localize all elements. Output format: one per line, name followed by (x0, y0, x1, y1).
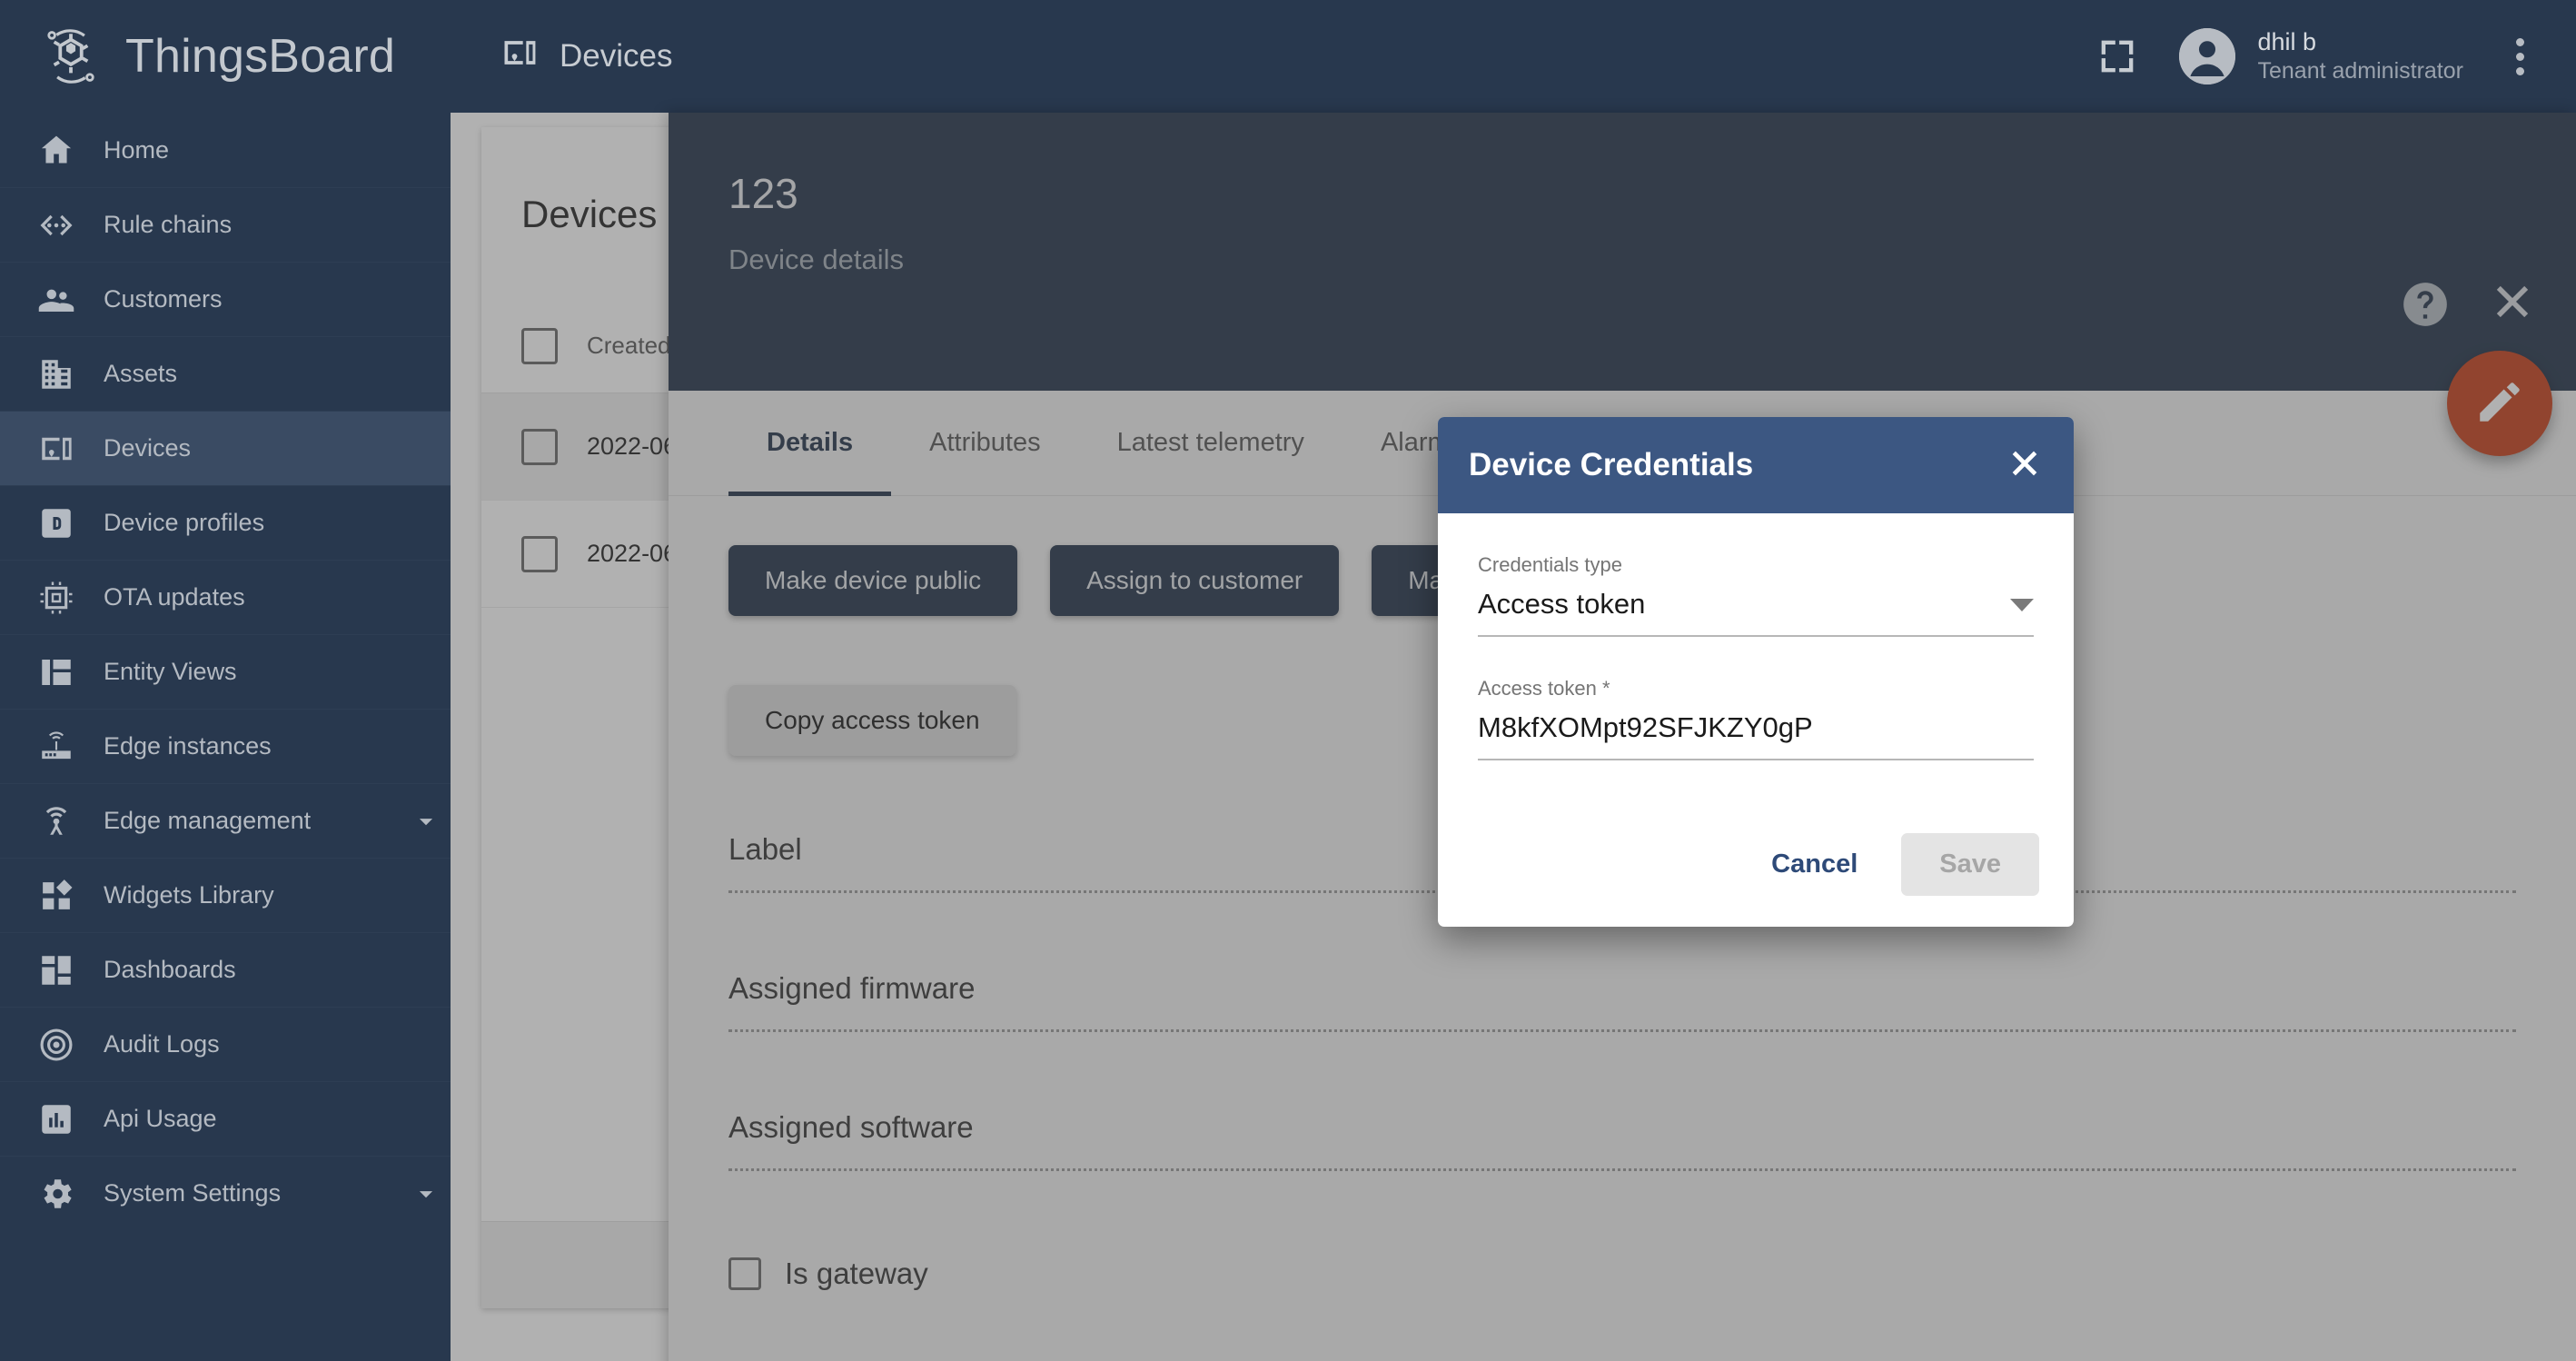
sidebar-item-label: Audit Logs (104, 1030, 220, 1058)
sidebar-item-ota-updates[interactable]: OTA updates (0, 560, 451, 634)
sidebar-item-label: Widgets Library (104, 881, 274, 909)
user-menu[interactable]: dhil b Tenant administrator (2179, 27, 2463, 86)
page-title-label: Devices (560, 38, 673, 74)
system-settings-icon (36, 1174, 76, 1214)
sidebar-item-home[interactable]: Home (0, 113, 451, 187)
chevron-down-icon[interactable] (401, 806, 451, 837)
page-title: Devices (500, 33, 672, 81)
dialog-title: Device Credentials (1469, 447, 1754, 482)
more-vert-icon[interactable] (2494, 37, 2545, 75)
home-icon (36, 130, 76, 170)
sidebar-item-label: Home (104, 135, 170, 164)
sidebar-item-label: System Settings (104, 1179, 282, 1207)
brand[interactable]: ThingsBoard (0, 0, 451, 113)
dialog-header: Device Credentials (1438, 417, 2074, 513)
sidebar-item-device-profiles[interactable]: Device profiles (0, 485, 451, 560)
thingsboard-logo-icon (36, 22, 105, 91)
brand-name: ThingsBoard (125, 30, 396, 83)
rule-chains-icon (36, 205, 76, 245)
sidebar-item-customers[interactable]: Customers (0, 262, 451, 336)
user-role: Tenant administrator (2257, 58, 2463, 84)
user-name: dhil b (2257, 27, 2317, 55)
assets-icon (36, 354, 76, 394)
customers-icon (36, 280, 76, 320)
sidebar-item-api-usage[interactable]: Api Usage (0, 1081, 451, 1156)
sidebar-item-widgets-library[interactable]: Widgets Library (0, 858, 451, 932)
thingsboard-app: ThingsBoard Home Rule chains Customers A… (0, 0, 2576, 1361)
close-icon[interactable] (2006, 445, 2043, 486)
widgets-library-icon (36, 876, 76, 916)
sidebar-item-devices[interactable]: Devices (0, 411, 451, 485)
sidebar-item-label: Customers (104, 285, 223, 313)
sidebar-item-label: Devices (104, 434, 192, 462)
sidebar-item-assets[interactable]: Assets (0, 336, 451, 411)
sidebar-nav: Home Rule chains Customers Assets Device… (0, 113, 451, 1361)
entity-views-icon (36, 652, 76, 692)
sidebar-item-label: Api Usage (104, 1105, 217, 1132)
audit-logs-icon (36, 1025, 76, 1065)
sidebar: ThingsBoard Home Rule chains Customers A… (0, 0, 451, 1361)
api-usage-icon (36, 1099, 76, 1139)
sidebar-item-label: Assets (104, 360, 178, 387)
chevron-down-icon[interactable] (401, 1178, 451, 1209)
cancel-button[interactable]: Cancel (1744, 835, 1885, 894)
sidebar-item-label: Device profiles (104, 509, 265, 536)
edge-management-icon (36, 801, 76, 841)
devices-icon (36, 429, 76, 469)
access-token-label: Access token * (1478, 677, 1610, 700)
main-area: Devices dhil b Tenant administrator Devi… (451, 0, 2576, 1361)
topbar: Devices dhil b Tenant administrator (451, 0, 2576, 113)
dialog-footer: Cancel Save (1438, 800, 2074, 927)
sidebar-item-edge-instances[interactable]: Edge instances (0, 709, 451, 783)
credentials-type-label: Credentials type (1478, 553, 1622, 576)
chevron-down-icon[interactable] (2010, 599, 2034, 611)
access-token-field[interactable]: Access token * M8kfXOMpt92SFJKZY0gP (1478, 677, 2034, 760)
sidebar-item-label: OTA updates (104, 583, 245, 611)
sidebar-item-label: Edge management (104, 807, 312, 834)
edge-instances-icon (36, 727, 76, 767)
sidebar-item-system-settings[interactable]: System Settings (0, 1156, 451, 1230)
sidebar-item-rule-chains[interactable]: Rule chains (0, 187, 451, 262)
sidebar-item-label: Dashboards (104, 956, 236, 983)
access-token-input-row[interactable]: M8kfXOMpt92SFJKZY0gP (1478, 711, 2034, 760)
dashboards-icon (36, 950, 76, 990)
sidebar-item-edge-management[interactable]: Edge management (0, 783, 451, 858)
save-button[interactable]: Save (1901, 833, 2039, 896)
device-profiles-icon (36, 503, 76, 543)
devices-icon (500, 33, 540, 81)
credentials-type-select[interactable]: Access token (1478, 588, 2034, 637)
ota-updates-icon (36, 578, 76, 618)
sidebar-item-entity-views[interactable]: Entity Views (0, 634, 451, 709)
sidebar-item-audit-logs[interactable]: Audit Logs (0, 1007, 451, 1081)
fullscreen-icon[interactable] (2094, 33, 2141, 80)
access-token-input[interactable]: M8kfXOMpt92SFJKZY0gP (1478, 711, 2034, 744)
sidebar-item-label: Rule chains (104, 211, 233, 238)
device-credentials-dialog: Device Credentials Credentials type Acce… (1438, 417, 2074, 927)
sidebar-item-label: Edge instances (104, 732, 272, 760)
sidebar-item-label: Entity Views (104, 658, 237, 685)
sidebar-item-dashboards[interactable]: Dashboards (0, 932, 451, 1007)
credentials-type-field[interactable]: Credentials type Access token (1478, 553, 2034, 637)
avatar (2179, 28, 2236, 84)
user-info: dhil b Tenant administrator (2257, 27, 2463, 86)
credentials-type-value: Access token (1478, 588, 1646, 620)
dialog-body: Credentials type Access token Access tok… (1438, 513, 2074, 760)
